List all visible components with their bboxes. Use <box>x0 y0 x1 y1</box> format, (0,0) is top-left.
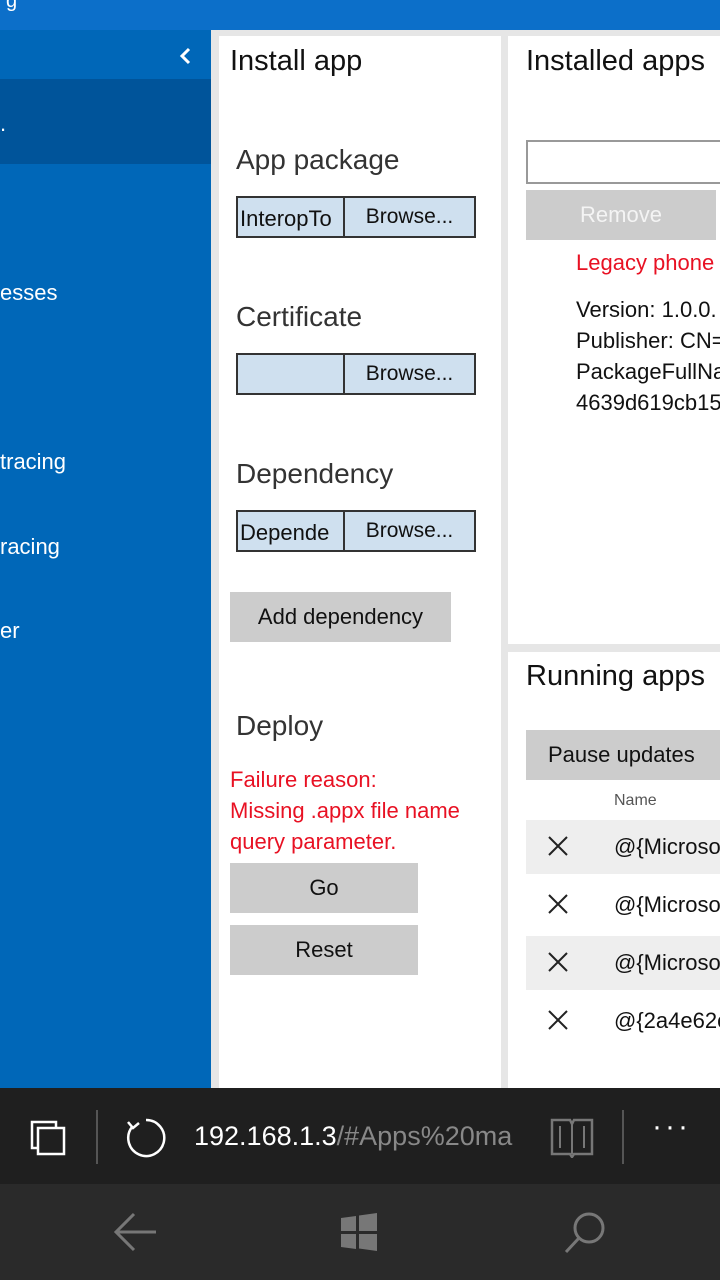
detail-package-id: 4639d619cb15 <box>576 390 720 415</box>
sidebar-item-er[interactable]: er <box>0 618 20 644</box>
table-row: @{Microso <box>526 936 720 990</box>
go-button[interactable]: Go <box>230 863 418 913</box>
app-package-heading: App package <box>236 144 400 175</box>
table-row: @{Microso <box>526 878 720 932</box>
detail-version: Version: 1.0.0. <box>576 297 717 322</box>
column-header-name[interactable]: Name <box>614 792 657 810</box>
add-dependency-button[interactable]: Add dependency <box>230 592 451 642</box>
detail-publisher: Publisher: CN= <box>576 328 720 353</box>
legacy-phone-label: Legacy phone <box>576 250 715 275</box>
back-arrow-icon[interactable] <box>112 1210 160 1254</box>
title-bar: g <box>0 0 720 30</box>
sidebar-item-selected[interactable]: . <box>0 79 211 164</box>
table-row: @{Microso <box>526 820 720 874</box>
detail-package-full-name: PackageFullNa <box>576 359 720 384</box>
collapse-sidebar-icon[interactable] <box>172 42 200 70</box>
browser-address-bar: 192.168.1.3/#Apps%20ma ··· <box>0 1088 720 1184</box>
deploy-error-message: Failure reason: Missing .appx file name … <box>230 764 460 857</box>
url-host: 192.168.1.3 <box>194 1121 337 1151</box>
table-row: @{2a4e62c <box>526 994 720 1048</box>
close-icon[interactable] <box>548 894 568 914</box>
sidebar-item-selected-label: . <box>0 111 7 136</box>
system-nav-bar <box>0 1184 720 1280</box>
address-bar-separator <box>622 1110 624 1164</box>
installed-apps-select[interactable] <box>526 140 720 184</box>
close-icon[interactable] <box>548 1010 568 1030</box>
running-apps-panel: Running apps Pause updates Name @{Micros… <box>508 652 720 1088</box>
dependency-browse-button[interactable]: Browse... <box>343 510 476 552</box>
running-app-name: @{Microso <box>614 892 720 917</box>
close-icon[interactable] <box>548 836 568 856</box>
reset-button[interactable]: Reset <box>230 925 418 975</box>
close-icon[interactable] <box>548 952 568 972</box>
error-line-2: Missing .appx file name <box>230 798 460 823</box>
sidebar: . esses tracing racing er <box>0 30 211 1088</box>
install-app-panel: Install app App package InteropTo Browse… <box>219 36 501 1088</box>
certificate-heading: Certificate <box>236 301 363 332</box>
sidebar-item-racing[interactable]: racing <box>0 534 60 560</box>
running-apps-title: Running apps <box>526 660 705 692</box>
remove-button[interactable]: Remove <box>526 190 716 240</box>
tabs-icon[interactable] <box>28 1118 68 1158</box>
app-details: Version: 1.0.0. Publisher: CN= PackageFu… <box>576 294 720 418</box>
running-app-name: @{2a4e62c <box>614 1008 720 1033</box>
pause-updates-button[interactable]: Pause updates <box>526 730 720 780</box>
app-package-field[interactable]: InteropTo <box>236 196 343 238</box>
dependency-heading: Dependency <box>236 458 394 489</box>
certificate-field[interactable] <box>236 353 343 395</box>
error-line-1: Failure reason: <box>230 767 377 792</box>
installed-apps-title: Installed apps <box>526 45 705 77</box>
address-bar-separator <box>96 1110 98 1164</box>
refresh-icon[interactable] <box>124 1116 168 1160</box>
app-package-browse-button[interactable]: Browse... <box>343 196 476 238</box>
sidebar-item-tracing[interactable]: tracing <box>0 449 66 475</box>
url-path: /#Apps%20ma <box>336 1121 513 1151</box>
install-app-title: Install app <box>230 45 363 77</box>
search-icon[interactable] <box>562 1210 608 1256</box>
certificate-browse-button[interactable]: Browse... <box>343 353 476 395</box>
main-content: Install app App package InteropTo Browse… <box>211 30 720 1088</box>
installed-apps-panel: Installed apps Remove Legacy phone Versi… <box>508 36 720 644</box>
deploy-heading: Deploy <box>236 710 324 741</box>
sidebar-item-processes[interactable]: esses <box>0 280 57 306</box>
dependency-field[interactable]: Depende <box>236 510 343 552</box>
title-glyph: g <box>6 0 18 12</box>
running-app-name: @{Microso <box>614 950 720 975</box>
reading-view-icon[interactable] <box>548 1116 596 1158</box>
address-url[interactable]: 192.168.1.3/#Apps%20ma <box>194 1121 526 1152</box>
error-line-3: query parameter. <box>230 829 397 854</box>
more-options-icon[interactable]: ··· <box>652 1110 691 1144</box>
windows-start-icon[interactable] <box>339 1212 379 1252</box>
running-app-name: @{Microso <box>614 834 720 859</box>
